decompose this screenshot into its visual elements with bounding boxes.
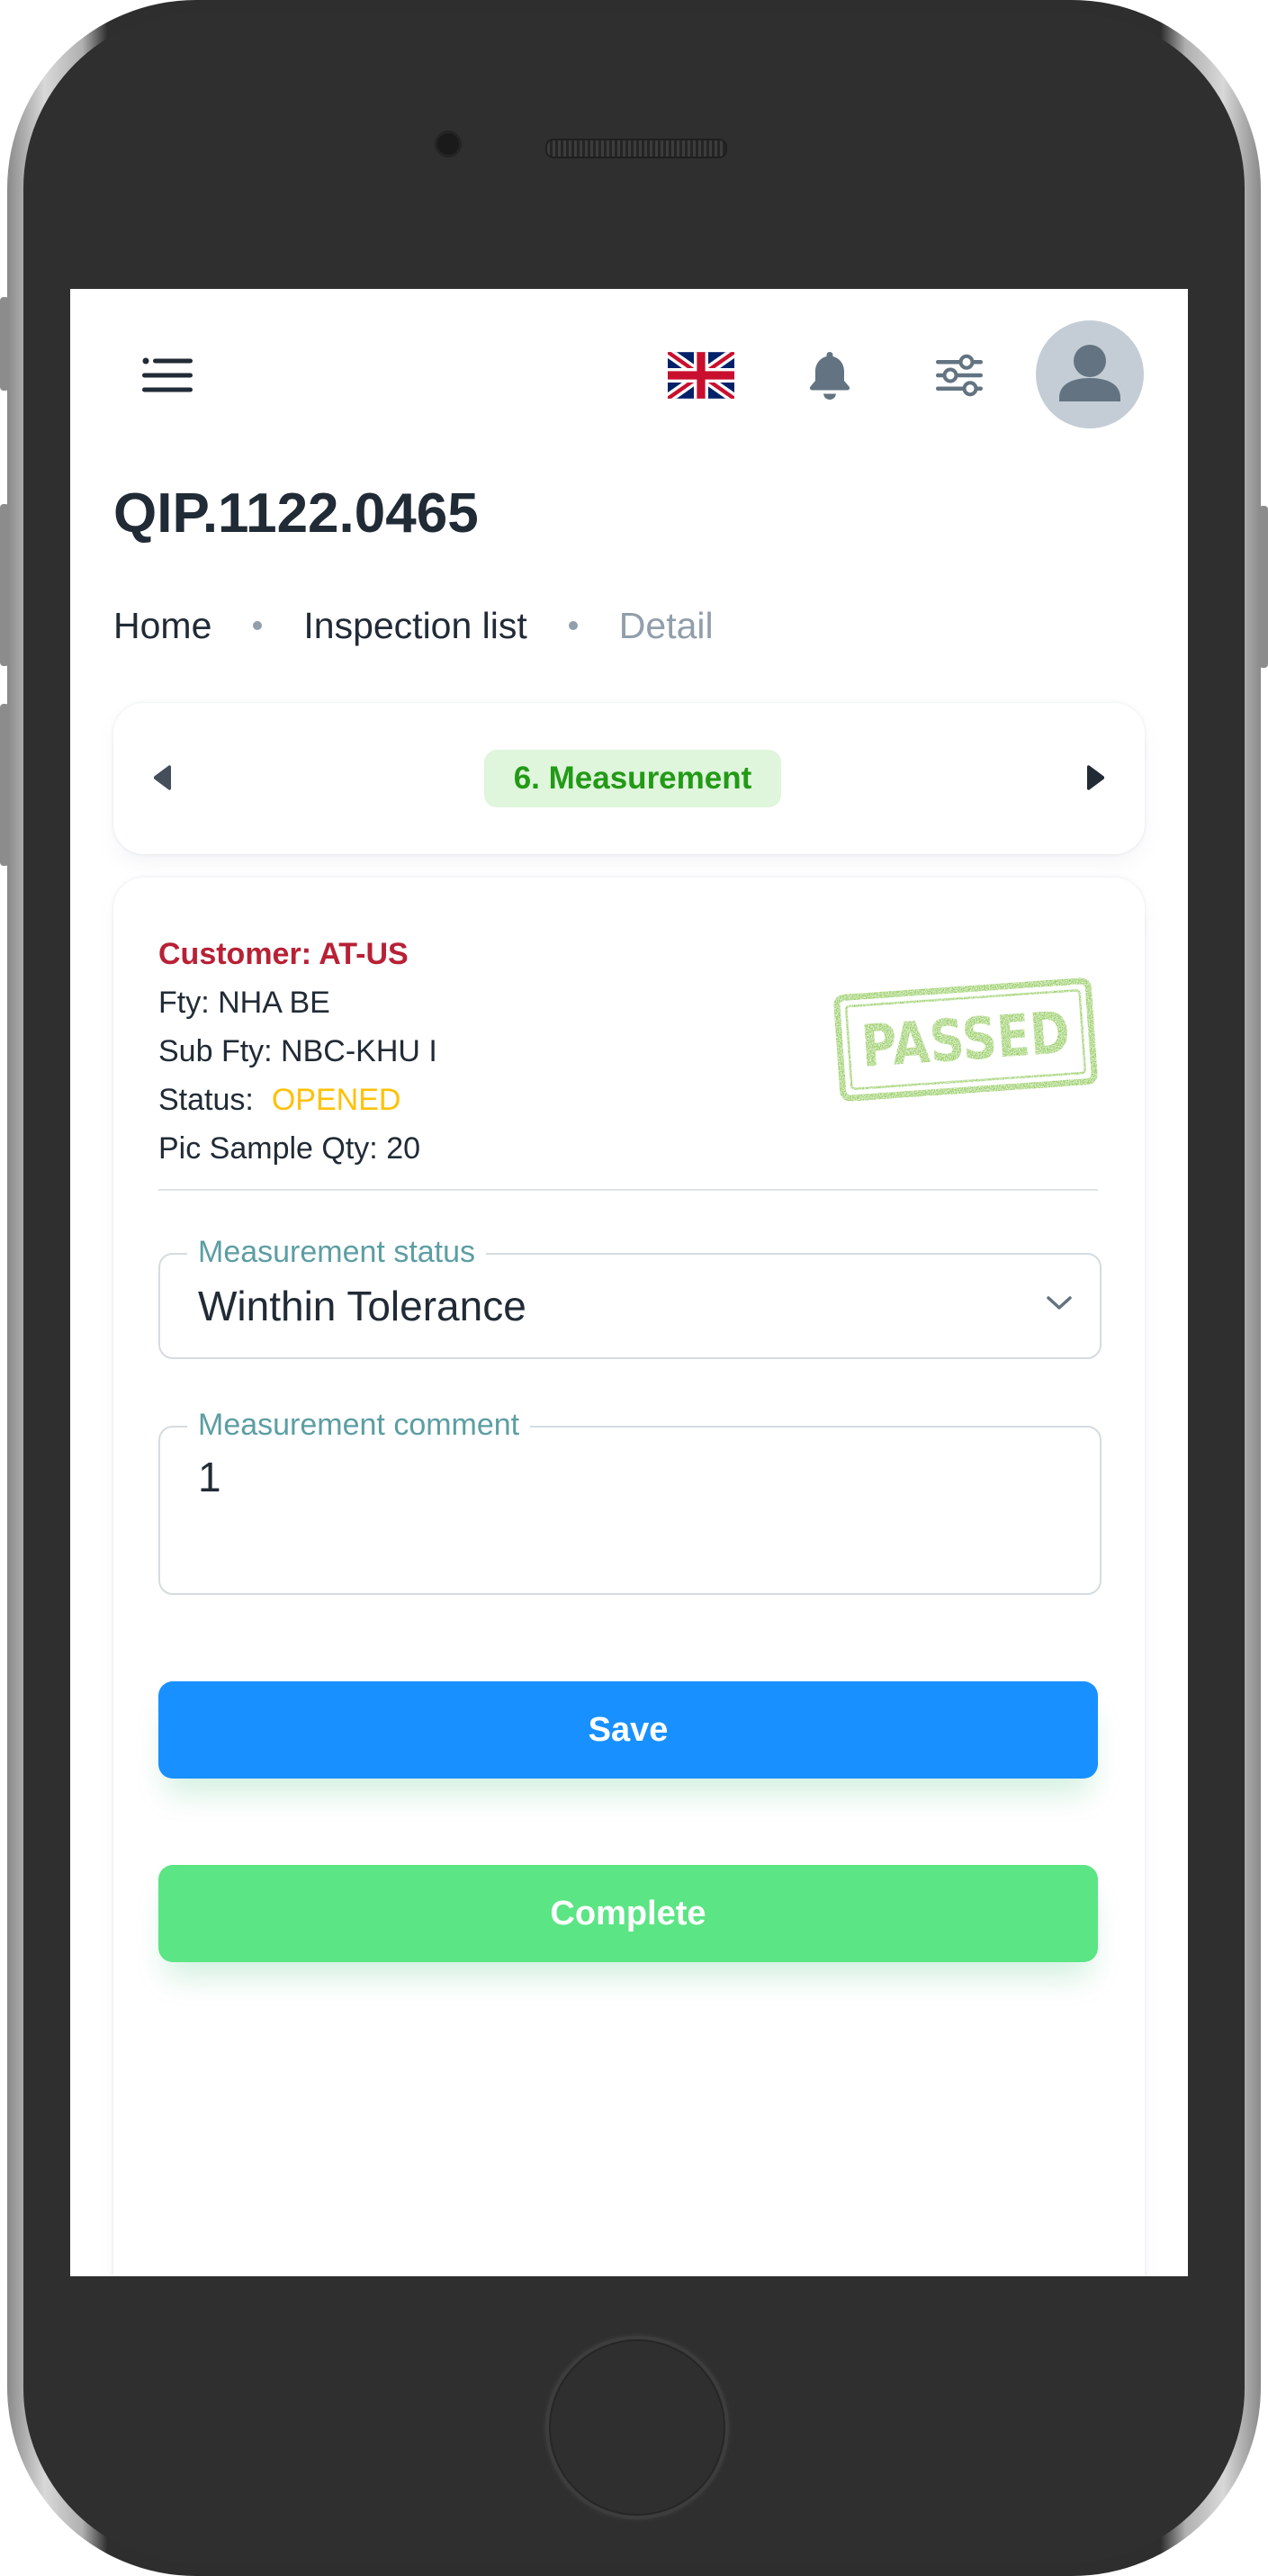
save-button[interactable]: Save: [158, 1681, 1098, 1779]
measurement-comment-field[interactable]: Measurement comment 1: [158, 1408, 1102, 1595]
phone-volume-up: [0, 504, 9, 666]
breadcrumb-separator: [568, 621, 578, 630]
measurement-comment-label: Measurement comment: [187, 1408, 531, 1443]
passed-stamp: PASSED: [833, 977, 1098, 1102]
breadcrumb-home[interactable]: Home: [113, 605, 211, 647]
menu-icon[interactable]: [142, 357, 193, 393]
current-step-label: 6. Measurement: [484, 750, 781, 807]
customer-text: Customer: AT-US: [158, 937, 409, 971]
status-label: Status:: [158, 1083, 254, 1117]
measurement-comment-value[interactable]: 1: [198, 1453, 221, 1501]
divider: [158, 1189, 1098, 1191]
app-screen: QIP.1122.0465 Home Inspection list Detai…: [70, 289, 1188, 2276]
bell-icon[interactable]: [808, 350, 851, 401]
breadcrumb-inspection-list[interactable]: Inspection list: [303, 605, 526, 647]
phone-volume-down: [0, 704, 9, 866]
stamp-text: PASSED: [859, 1000, 1073, 1081]
breadcrumb-separator: [253, 621, 263, 630]
phone-power-button: [1259, 506, 1268, 668]
breadcrumb-detail: Detail: [618, 604, 714, 646]
status-badge: OPENED: [271, 1083, 401, 1117]
sliders-icon[interactable]: [934, 354, 985, 397]
front-camera: [437, 133, 459, 155]
status-row: Status: OPENED: [158, 1076, 437, 1124]
earpiece-speaker: [545, 139, 727, 158]
inspection-info: Customer: AT-US Fty: NHA BE Sub Fty: NBC…: [158, 930, 437, 1173]
pic-sample-qty-text: Pic Sample Qty: 20: [158, 1131, 421, 1166]
uk-flag-icon[interactable]: [668, 352, 734, 399]
measurement-status-label: Measurement status: [187, 1235, 487, 1270]
page-title: QIP.1122.0465: [113, 482, 479, 545]
caret-right-icon[interactable]: [1084, 764, 1107, 791]
inspection-detail-card: Customer: AT-US Fty: NHA BE Sub Fty: NBC…: [113, 878, 1145, 2276]
sub-fty-text: Sub Fty: NBC-KHU I: [158, 1034, 437, 1068]
user-avatar-icon: [1059, 345, 1120, 401]
measurement-status-select[interactable]: Measurement status Winthin Tolerance: [158, 1235, 1102, 1359]
caret-left-icon[interactable]: [151, 764, 175, 791]
avatar[interactable]: [1036, 320, 1144, 428]
measurement-status-value: Winthin Tolerance: [198, 1283, 526, 1329]
fty-text: Fty: NHA BE: [158, 986, 330, 1020]
breadcrumb: Home Inspection list Detail: [113, 603, 714, 648]
chevron-down-icon: [1047, 1296, 1072, 1310]
complete-button[interactable]: Complete: [158, 1865, 1098, 1962]
home-button[interactable]: [545, 2336, 729, 2519]
phone-side-button: [0, 297, 9, 391]
step-navigator: 6. Measurement: [113, 703, 1145, 854]
